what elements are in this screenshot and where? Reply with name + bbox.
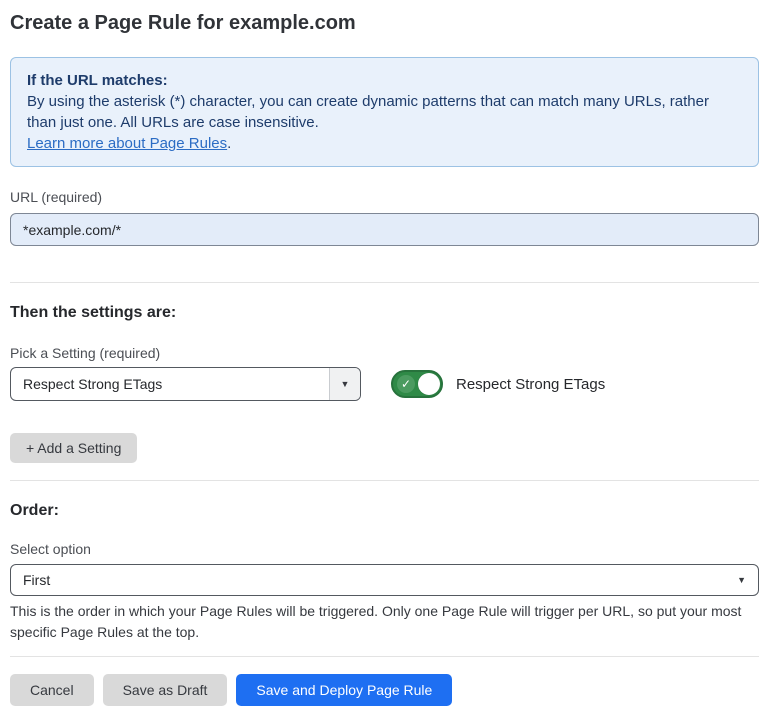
link-period: . xyxy=(227,135,231,152)
pick-setting-label: Pick a Setting (required) xyxy=(10,345,759,361)
url-label: URL (required) xyxy=(10,189,759,205)
setting-select[interactable]: Respect Strong ETags ▼ xyxy=(10,367,361,401)
save-draft-button[interactable]: Save as Draft xyxy=(103,674,228,706)
order-select[interactable]: First ▼ xyxy=(10,564,759,596)
chevron-down-icon: ▼ xyxy=(737,576,746,585)
toggle-knob xyxy=(418,373,440,395)
footer-actions: Cancel Save as Draft Save and Deploy Pag… xyxy=(10,674,759,706)
setting-toggle-label: Respect Strong ETags xyxy=(456,376,605,393)
add-setting-button[interactable]: + Add a Setting xyxy=(10,433,137,463)
section-divider xyxy=(10,282,759,283)
order-select-value: First xyxy=(23,572,50,588)
order-select-label: Select option xyxy=(10,541,759,557)
order-help-text: This is the order in which your Page Rul… xyxy=(10,601,759,643)
info-box-heading: If the URL matches: xyxy=(27,70,742,91)
setting-toggle[interactable]: ✓ xyxy=(391,370,443,398)
footer-divider xyxy=(10,656,759,657)
order-section-heading: Order: xyxy=(10,502,759,520)
check-icon: ✓ xyxy=(397,375,415,393)
settings-section-heading: Then the settings are: xyxy=(10,304,759,322)
url-match-info-box: If the URL matches: By using the asteris… xyxy=(10,57,759,167)
save-deploy-button[interactable]: Save and Deploy Page Rule xyxy=(236,674,452,706)
info-box-link-line: Learn more about Page Rules. xyxy=(27,133,742,154)
setting-row: Respect Strong ETags ▼ ✓ Respect Strong … xyxy=(10,367,759,401)
learn-more-link[interactable]: Learn more about Page Rules xyxy=(27,135,227,152)
page-title: Create a Page Rule for example.com xyxy=(10,12,759,35)
info-box-body: By using the asterisk (*) character, you… xyxy=(27,91,742,133)
section-divider xyxy=(10,480,759,481)
url-input[interactable] xyxy=(10,213,759,246)
setting-select-arrow-button[interactable]: ▼ xyxy=(329,368,360,400)
chevron-down-icon: ▼ xyxy=(341,380,350,389)
create-page-rule-form: Create a Page Rule for example.com If th… xyxy=(10,12,759,706)
cancel-button[interactable]: Cancel xyxy=(10,674,94,706)
setting-select-value: Respect Strong ETags xyxy=(11,376,329,392)
